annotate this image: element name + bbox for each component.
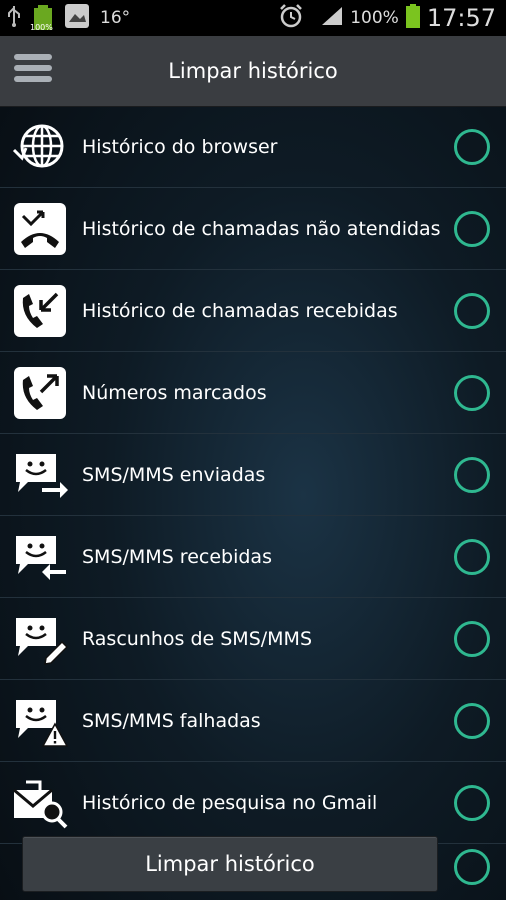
radio-sms-failed[interactable] [454, 702, 490, 739]
bottom-bar: Limpar histórico [0, 828, 506, 900]
menu-button[interactable] [14, 54, 52, 88]
list-item-received-calls[interactable]: Histórico de chamadas recebidas [0, 270, 506, 352]
radio-dialed-numbers[interactable] [454, 374, 490, 411]
radio-received-calls[interactable] [454, 292, 490, 329]
list-item-missed-calls[interactable]: Histórico de chamadas não atendidas [0, 188, 506, 270]
sms-draft-icon [12, 612, 68, 666]
menu-icon-bar [14, 54, 52, 60]
missed-call-icon [12, 202, 68, 256]
clear-history-button[interactable]: Limpar histórico [22, 836, 438, 892]
sms-received-icon [12, 530, 68, 584]
radio-sms-sent[interactable] [454, 456, 490, 493]
sms-failed-icon [12, 694, 68, 748]
battery-percentage: 100% [350, 8, 399, 28]
outgoing-call-icon [12, 366, 68, 420]
incoming-call-icon [12, 284, 68, 338]
list-item-browser-history[interactable]: Histórico do browser [0, 106, 506, 188]
radio-browser-history[interactable] [454, 128, 490, 165]
list-item-label: Rascunhos de SMS/MMS [82, 627, 313, 650]
clock: 17:57 [426, 4, 496, 32]
list-item-label: Números marcados [82, 381, 267, 404]
status-bar: 100% 16° 100% 17:57 [0, 0, 506, 36]
page-title: Limpar histórico [168, 59, 338, 83]
menu-icon-bar [14, 76, 52, 82]
usb-icon [6, 4, 22, 32]
radio-sms-drafts[interactable] [454, 620, 490, 657]
list-item-sms-sent[interactable]: SMS/MMS enviadas [0, 434, 506, 516]
list-item-sms-drafts[interactable]: Rascunhos de SMS/MMS [0, 598, 506, 680]
list-item-label: SMS/MMS falhadas [82, 709, 261, 732]
list-item-label: Histórico de chamadas não atendidas [82, 217, 441, 240]
sms-sent-icon [12, 448, 68, 502]
select-all-radio[interactable] [454, 849, 490, 885]
list-item-label: SMS/MMS recebidas [82, 545, 272, 568]
gmail-search-icon [12, 776, 68, 830]
globe-icon [12, 120, 68, 174]
battery-small-icon: 100% [30, 4, 54, 32]
alarm-icon [278, 3, 304, 33]
battery-icon [405, 3, 421, 33]
list-item-label: Histórico do browser [82, 135, 278, 158]
list-item-label: Histórico de pesquisa no Gmail [82, 791, 378, 814]
radio-missed-calls[interactable] [454, 210, 490, 247]
temperature-label: 16° [100, 8, 131, 28]
battery-small-label: 100% [30, 23, 53, 32]
list-item-sms-failed[interactable]: SMS/MMS falhadas [0, 680, 506, 762]
list-item-sms-received[interactable]: SMS/MMS recebidas [0, 516, 506, 598]
signal-icon [320, 5, 344, 31]
list-item-dialed-numbers[interactable]: Números marcados [0, 352, 506, 434]
radio-gmail-search[interactable] [454, 784, 490, 821]
photo-icon [64, 3, 90, 33]
list-item-label: Histórico de chamadas recebidas [82, 299, 398, 322]
list-item-label: SMS/MMS enviadas [82, 463, 266, 486]
radio-sms-received[interactable] [454, 538, 490, 575]
menu-icon-bar [14, 65, 52, 71]
title-bar: Limpar histórico [0, 36, 506, 107]
history-list: Histórico do browser Histórico de chamad… [0, 106, 506, 844]
